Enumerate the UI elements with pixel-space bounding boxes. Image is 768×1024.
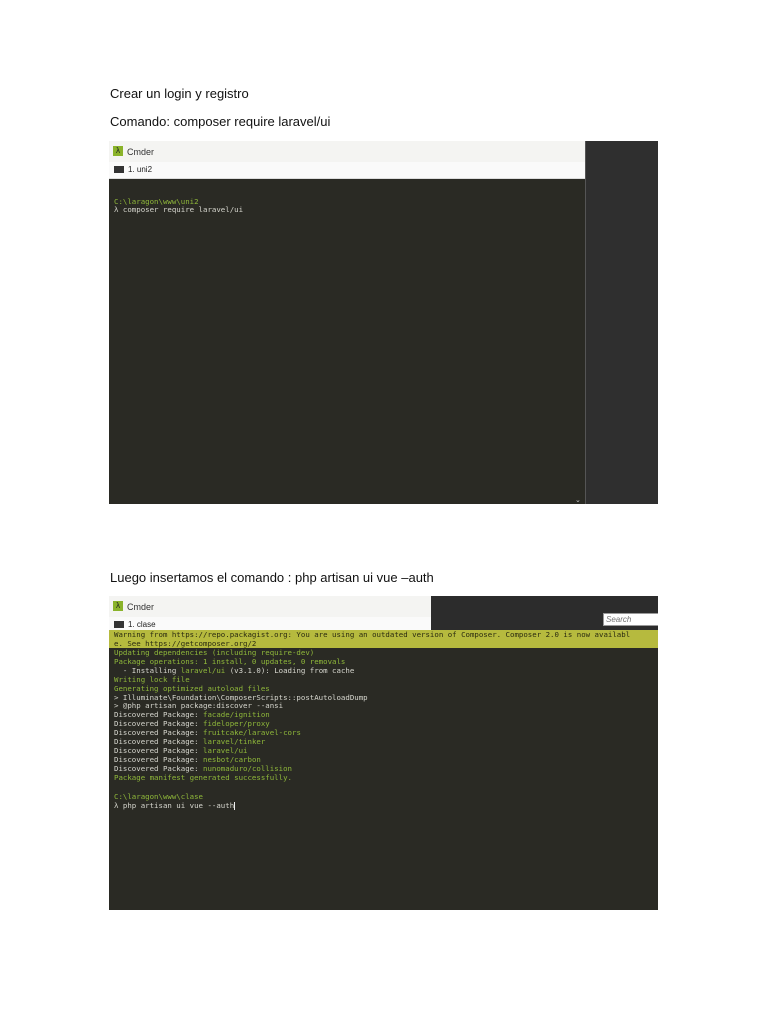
package-name: fideloper/proxy — [203, 719, 270, 729]
prompt-path: C:\laragon\www\clase — [114, 792, 203, 801]
warning-line: e. See https://getcomposer.org/2 — [114, 639, 257, 648]
cmder-lambda-icon: λ — [113, 601, 123, 611]
warning-line: Warning from https://repo.packagist.org:… — [114, 630, 631, 639]
output-line: - Installing laravel/ui (v3.1.0): Loadin… — [114, 666, 354, 675]
package-name: laravel/tinker — [203, 737, 266, 746]
output-line: Discovered Package: laravel/ui — [114, 746, 248, 755]
terminal-output: Warning from https://repo.packagist.org:… — [109, 630, 658, 910]
command-text: λ php artisan ui vue --auth — [114, 801, 235, 810]
package-name: fruitcake/laravel-cors — [203, 728, 301, 738]
terminal-output: C:\laragon\www\uni2 λ composer require l… — [109, 179, 585, 504]
heading-login: Crear un login y registro — [110, 86, 249, 101]
tab-bar: 1. uni2 — [109, 162, 658, 179]
line-text: Discovered Package: — [114, 737, 203, 746]
output-line: Updating dependencies (including require… — [114, 648, 314, 657]
line-text: Package manifest generated successfully. — [114, 772, 292, 782]
output-line: Discovered Package: fruitcake/laravel-co… — [114, 728, 301, 737]
window-title: Cmder — [127, 147, 155, 157]
line-text: Discovered Package: — [114, 754, 203, 764]
document-page: Crear un login y registro Comando: compo… — [0, 0, 768, 1024]
command-line: λ php artisan ui vue --auth — [114, 801, 236, 810]
tab-uni2[interactable]: 1. uni2 — [128, 165, 152, 174]
line-text: Discovered Package: — [114, 728, 203, 738]
line-text: Discovered Package: — [114, 719, 203, 729]
line-text: > Illuminate\Foundation\ComposerScripts:… — [114, 692, 368, 702]
background-window — [585, 141, 658, 504]
line-text: Updating dependencies (including require… — [114, 648, 315, 657]
output-line: > @php artisan package:discover --ansi — [114, 701, 283, 710]
console-icon — [114, 621, 124, 628]
scroll-down-icon[interactable]: ⌄ — [575, 496, 581, 504]
output-line: Package operations: 1 install, 0 updates… — [114, 657, 345, 666]
tab-clase[interactable]: 1. clase — [128, 620, 156, 629]
cmder-screenshot-2: λ Cmder 1. clase Warning from https://re… — [109, 596, 658, 910]
title-bar: λ Cmder — [109, 141, 658, 162]
window-title: Cmder — [127, 602, 155, 612]
command-line: λ composer require laravel/ui — [114, 205, 244, 214]
output-line: Discovered Package: fideloper/proxy — [114, 719, 270, 728]
output-line: Discovered Package: laravel/tinker — [114, 737, 265, 746]
line-text: Writing lock file — [114, 674, 190, 684]
title-bar: λ Cmder — [109, 596, 431, 617]
package-name: nunomaduro/collision — [203, 763, 292, 773]
console-icon — [114, 166, 124, 173]
line-text: Discovered Package: — [114, 745, 203, 755]
line-suffix: (v3.1.0): Loading from cache — [225, 665, 355, 675]
line-text: > @php artisan package:discover --ansi — [114, 701, 284, 711]
search-input[interactable] — [603, 613, 658, 626]
line-text: Package operations: 1 install, 0 updates… — [114, 656, 346, 666]
cmder-lambda-icon: λ — [113, 146, 123, 156]
output-line: Writing lock file — [114, 675, 190, 684]
package-name: facade/ignition — [203, 710, 270, 720]
package-name: laravel/ui — [203, 745, 248, 755]
output-line: Generating optimized autoload files — [114, 684, 270, 693]
line-text: - Installing — [114, 665, 181, 675]
line-text: Generating optimized autoload files — [114, 683, 270, 693]
line-text: Discovered Package: — [114, 710, 203, 720]
output-line: Package manifest generated successfully. — [114, 773, 292, 782]
cmder-screenshot-1: λ Cmder 1. uni2 C:\laragon\www\uni2 λ co… — [109, 141, 658, 504]
line-text: Discovered Package: — [114, 763, 203, 773]
output-line: Discovered Package: facade/ignition — [114, 710, 270, 719]
warning-banner: Warning from https://repo.packagist.org:… — [109, 630, 658, 648]
cursor — [234, 802, 236, 810]
package-name: laravel/ui — [180, 665, 226, 675]
output-line: > Illuminate\Foundation\ComposerScripts:… — [114, 693, 368, 702]
package-name: nesbot/carbon — [203, 754, 261, 764]
heading-artisan: Luego insertamos el comando : php artisa… — [110, 570, 434, 585]
output-line: Discovered Package: nesbot/carbon — [114, 755, 261, 764]
command-text: Comando: composer require laravel/ui — [110, 114, 331, 129]
output-line: Discovered Package: nunomaduro/collision — [114, 764, 292, 773]
